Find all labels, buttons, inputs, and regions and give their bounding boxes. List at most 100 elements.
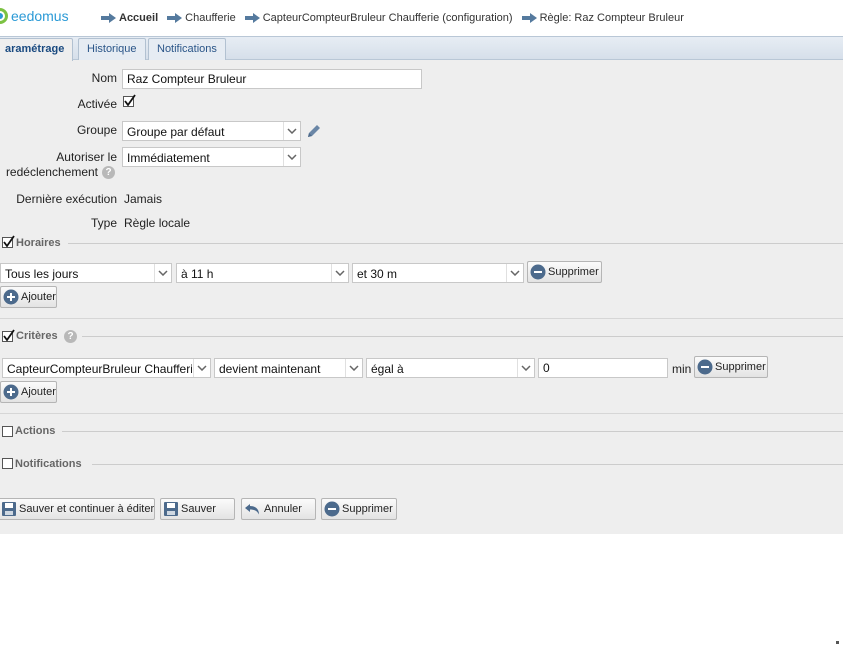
derniere-execution-label: Dernière exécution bbox=[16, 192, 117, 206]
breadcrumb: Accueil Chaufferie CapteurCompteurBruleu… bbox=[101, 12, 693, 24]
save-continue-button[interactable]: Sauver et continuer à éditer bbox=[0, 498, 155, 520]
app-header: eedomus Accueil Chaufferie CapteurCompte… bbox=[0, 0, 843, 36]
help-icon[interactable]: ? bbox=[102, 166, 115, 179]
critere-operator-select[interactable]: égal à bbox=[366, 358, 535, 378]
chevron-down-icon bbox=[283, 148, 300, 166]
minus-circle-icon bbox=[697, 359, 713, 375]
save-button[interactable]: Sauver bbox=[160, 498, 235, 520]
autoriser-label-line1: Autoriser le bbox=[56, 150, 117, 164]
plus-circle-icon bbox=[3, 384, 19, 400]
delete-button[interactable]: Supprimer bbox=[321, 498, 397, 520]
notifications-checkbox[interactable] bbox=[2, 458, 13, 469]
groupe-value: Groupe par défaut bbox=[127, 125, 225, 139]
arrow-right-icon bbox=[244, 13, 260, 23]
nom-input[interactable] bbox=[122, 69, 422, 89]
chevron-down-icon bbox=[193, 359, 210, 377]
cancel-button[interactable]: Annuler bbox=[241, 498, 316, 520]
horaire-day-select[interactable]: Tous les jours bbox=[0, 263, 172, 283]
floppy-disk-icon bbox=[1, 501, 17, 517]
horaire-add-button[interactable]: Ajouter bbox=[0, 286, 57, 308]
autoriser-label-line2: redéclenchement bbox=[5, 165, 98, 179]
chevron-down-icon bbox=[345, 359, 362, 377]
breadcrumb-device[interactable]: CapteurCompteurBruleur Chaufferie (confi… bbox=[263, 12, 513, 24]
tab-notifications[interactable]: Notifications bbox=[148, 38, 226, 60]
corner-mark bbox=[836, 641, 839, 644]
horaire-hour-value: à 11 h bbox=[181, 267, 214, 281]
breadcrumb-rule: Règle: Raz Compteur Bruleur bbox=[539, 12, 684, 24]
horaire-delete-label: Supprimer bbox=[548, 266, 599, 278]
logo-text: eedomus bbox=[11, 8, 69, 24]
help-icon[interactable]: ? bbox=[64, 330, 77, 343]
notifications-title: Notifications bbox=[15, 458, 82, 470]
divider bbox=[0, 413, 843, 414]
criteres-checkbox[interactable] bbox=[2, 329, 15, 342]
horaire-minute-select[interactable]: et 30 m bbox=[352, 263, 524, 283]
critere-add-button[interactable]: Ajouter bbox=[0, 381, 57, 403]
section-divider bbox=[62, 431, 843, 432]
tab-historique[interactable]: Historique bbox=[78, 38, 146, 60]
chevron-down-icon bbox=[331, 264, 348, 282]
critere-unit: min bbox=[672, 362, 692, 376]
critere-condition-value: devient maintenant bbox=[219, 362, 321, 376]
type-value: Règle locale bbox=[124, 216, 191, 230]
horaires-checkbox[interactable] bbox=[2, 235, 15, 248]
critere-device-select[interactable]: CapteurCompteurBruleur Chaufferie bbox=[2, 358, 211, 378]
critere-value-input[interactable] bbox=[538, 358, 668, 378]
breadcrumb-home[interactable]: Accueil bbox=[119, 12, 158, 24]
horaire-add-label: Ajouter bbox=[21, 291, 56, 303]
type-label: Type bbox=[90, 216, 117, 230]
section-divider bbox=[92, 464, 843, 465]
floppy-disk-icon bbox=[163, 501, 179, 517]
redeclenchement-value: Immédiatement bbox=[127, 151, 210, 165]
critere-device-value: CapteurCompteurBruleur Chaufferie bbox=[7, 362, 192, 376]
divider bbox=[0, 318, 843, 319]
cancel-label: Annuler bbox=[264, 503, 302, 515]
arrow-right-icon bbox=[167, 13, 183, 23]
logo-icon bbox=[0, 8, 8, 24]
chevron-down-icon bbox=[283, 122, 300, 140]
groupe-label: Groupe bbox=[76, 123, 117, 137]
critere-condition-select[interactable]: devient maintenant bbox=[214, 358, 363, 378]
actions-checkbox[interactable] bbox=[2, 426, 13, 437]
check-icon bbox=[3, 329, 15, 342]
undo-arrow-icon bbox=[244, 502, 262, 516]
eedomus-logo[interactable]: eedomus bbox=[0, 8, 69, 24]
activee-label: Activée bbox=[77, 97, 117, 111]
horaire-hour-select[interactable]: à 11 h bbox=[176, 263, 349, 283]
horaire-delete-button[interactable]: Supprimer bbox=[527, 261, 602, 283]
arrow-right-icon bbox=[521, 13, 537, 23]
chevron-down-icon bbox=[154, 264, 171, 282]
nom-label: Nom bbox=[91, 71, 117, 85]
actions-title: Actions bbox=[15, 425, 56, 437]
critere-operator-value: égal à bbox=[371, 362, 404, 376]
edit-pencil-icon[interactable] bbox=[305, 122, 323, 140]
chevron-down-icon bbox=[506, 264, 523, 282]
save-label: Sauver bbox=[181, 503, 216, 515]
critere-add-label: Ajouter bbox=[21, 386, 56, 398]
horaire-day-value: Tous les jours bbox=[5, 267, 79, 281]
critere-delete-button[interactable]: Supprimer bbox=[694, 356, 768, 378]
activee-checkbox[interactable] bbox=[123, 94, 136, 107]
tab-bar: aramétrage Historique Notifications bbox=[0, 36, 843, 61]
derniere-execution-value: Jamais bbox=[124, 192, 163, 206]
save-continue-label: Sauver et continuer à éditer bbox=[19, 503, 155, 515]
horaire-minute-value: et 30 m bbox=[357, 267, 398, 281]
section-divider bbox=[68, 243, 843, 244]
breadcrumb-chaufferie[interactable]: Chaufferie bbox=[185, 12, 236, 24]
horaires-title: Horaires bbox=[16, 237, 61, 249]
redeclenchement-select[interactable]: Immédiatement bbox=[122, 147, 301, 167]
minus-circle-icon bbox=[324, 501, 340, 517]
groupe-select[interactable]: Groupe par défaut bbox=[122, 121, 301, 141]
tab-parametrage[interactable]: aramétrage bbox=[0, 38, 74, 61]
critere-delete-label: Supprimer bbox=[715, 361, 766, 373]
chevron-down-icon bbox=[517, 359, 534, 377]
rule-panel: aramétrage Historique Notifications Nom … bbox=[0, 36, 843, 534]
arrow-right-icon bbox=[101, 13, 116, 23]
check-icon bbox=[124, 94, 136, 107]
delete-label: Supprimer bbox=[342, 503, 393, 515]
criteres-title: Critères bbox=[16, 330, 58, 342]
check-icon bbox=[3, 235, 15, 248]
section-divider bbox=[82, 336, 843, 337]
plus-circle-icon bbox=[3, 289, 19, 305]
minus-circle-icon bbox=[530, 264, 546, 280]
